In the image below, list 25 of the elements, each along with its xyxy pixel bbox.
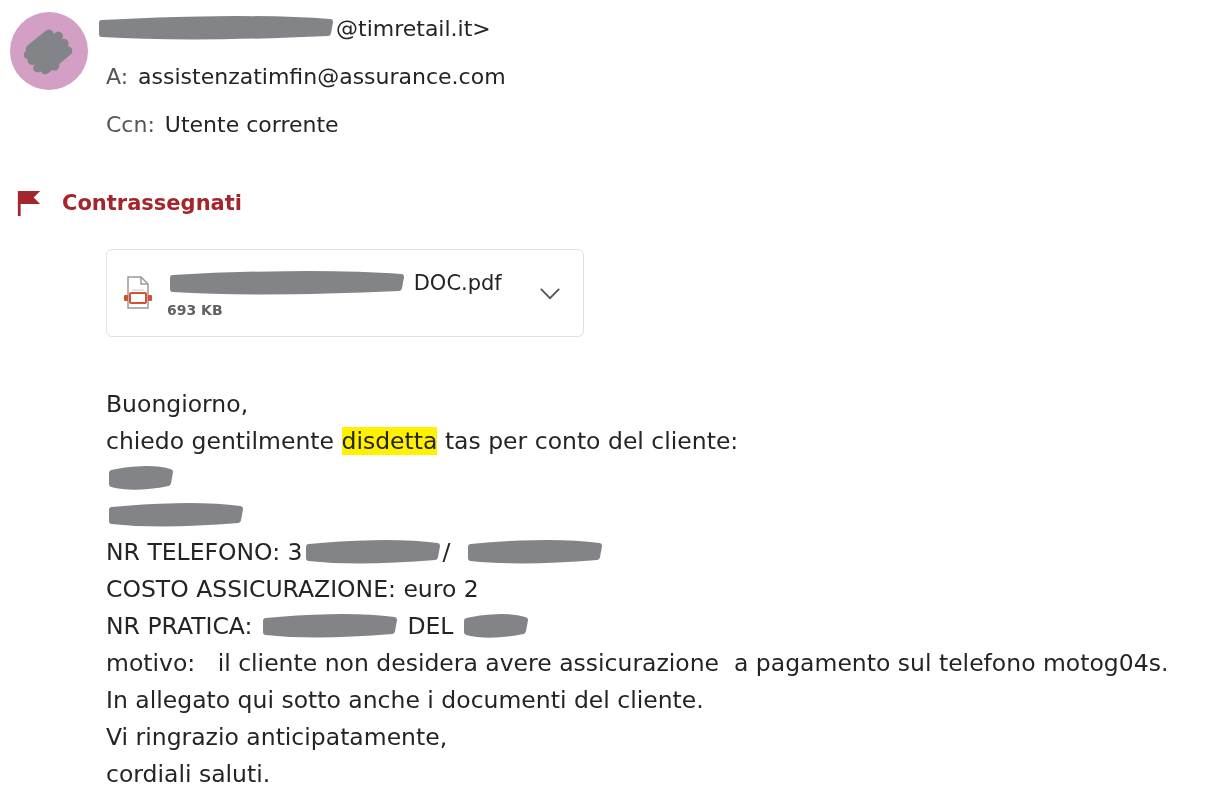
recipient-label: Ccn: <box>106 111 155 137</box>
redaction-scribble <box>106 464 176 491</box>
recipient-value: Utente corrente <box>164 111 339 137</box>
text: cordiali saluti. <box>106 759 271 788</box>
text: DEL <box>406 611 455 640</box>
recipient-value: assistenzatimfin@assurance.com <box>138 63 506 89</box>
chevron-down-icon[interactable] <box>539 286 561 300</box>
text: Buongiorno, <box>106 389 249 418</box>
text: NR PRATICA: <box>106 611 254 640</box>
text: tas per conto del cliente: <box>443 426 739 455</box>
text: motivo: il cliente non desidera avere assicurazione a pagamento sul telefono motog04s. <box>106 648 1169 677</box>
text: COSTO ASSICURAZIONE: euro 2 <box>106 574 479 603</box>
file-size: 693 KB <box>167 302 224 318</box>
attachment-card[interactable]: DOC.pdf 693 KB <box>106 249 584 337</box>
text: chiedo gentilmente <box>106 426 336 455</box>
text: Vi ringrazio anticipatamente, <box>106 722 448 751</box>
pdf-file-icon <box>121 276 153 310</box>
text: / <box>442 537 452 566</box>
text: In allegato qui sotto anche i documenti del cliente. <box>106 685 704 714</box>
highlighted-text: disdetta <box>341 426 438 455</box>
text: NR TELEFONO: 3 <box>106 537 303 566</box>
flag-label: Contrassegnati <box>62 191 242 215</box>
text: @timretail.it> <box>336 15 491 41</box>
recipient-label: A: <box>106 63 129 89</box>
text: DOC.pdf <box>412 271 502 295</box>
